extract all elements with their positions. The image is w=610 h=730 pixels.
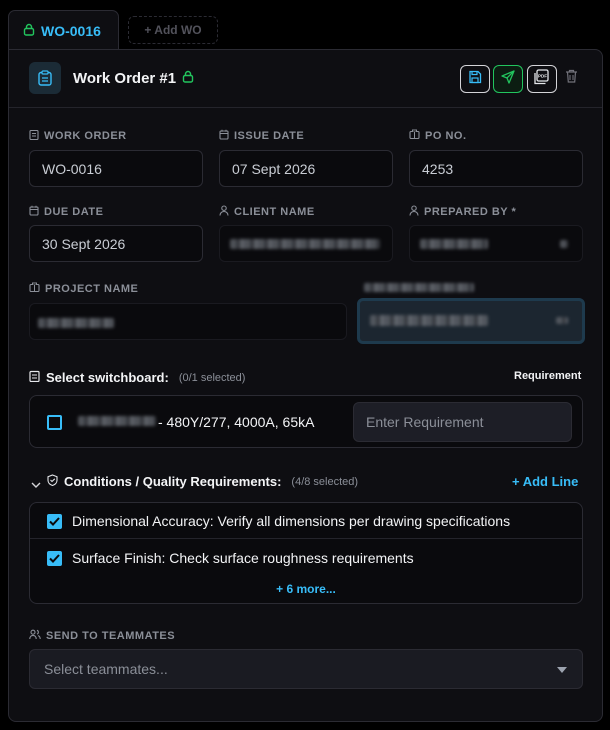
tab-label: WO-0016: [41, 22, 101, 39]
user-icon: [219, 205, 229, 219]
clipboard-icon: [29, 370, 40, 385]
title-text: Work Order #1: [73, 70, 177, 87]
lock-icon: [182, 70, 194, 87]
section-title-text: Select switchboard:: [46, 370, 169, 385]
redacted-text: [370, 315, 488, 326]
user-icon: [409, 205, 419, 219]
checkbox-checked[interactable]: [47, 551, 62, 566]
calendar-icon: [219, 129, 229, 143]
work-order-panel: Work Order #1 PDF WORK ORDER ISSUE DATE …: [8, 49, 603, 722]
client-name-label: CLIENT NAME: [219, 205, 315, 219]
chevron-down-icon[interactable]: [31, 476, 41, 494]
label-text: ISSUE DATE: [234, 130, 305, 142]
label-text: PO NO.: [425, 129, 467, 142]
issue-date-field[interactable]: 07 Sept 2026: [219, 150, 393, 187]
tab-wo-0016[interactable]: WO-0016: [8, 10, 119, 50]
prepared-by-field[interactable]: [409, 225, 583, 262]
label-text: CLIENT NAME: [234, 206, 315, 218]
send-icon: [501, 69, 515, 89]
pdf-export-button[interactable]: PDF: [527, 65, 557, 93]
show-more-link[interactable]: + 6 more...: [30, 582, 582, 596]
switchboard-spec: - 480Y/277, 4000A, 65kA: [158, 414, 315, 430]
select-placeholder: Select teammates...: [44, 661, 168, 677]
po-no-field[interactable]: 4253: [409, 150, 583, 187]
redacted-text: [78, 416, 156, 426]
label-text: DUE DATE: [44, 206, 104, 218]
panel-header: Work Order #1 PDF: [9, 50, 602, 108]
section-title-text: Conditions / Quality Requirements:: [64, 474, 282, 489]
save-icon: [468, 70, 482, 89]
switchboard-checkbox[interactable]: [47, 415, 62, 430]
list-item[interactable]: Dimensional Accuracy: Verify all dimensi…: [30, 503, 582, 539]
briefcase-icon: [409, 129, 420, 142]
checkbox-checked[interactable]: [47, 514, 62, 529]
redacted-text: [38, 318, 114, 328]
selection-count: (4/8 selected): [291, 475, 359, 488]
conditions-list: Dimensional Accuracy: Verify all dimensi…: [29, 502, 583, 604]
due-date-label: DUE DATE: [29, 205, 103, 219]
lock-icon: [23, 23, 35, 39]
condition-text: Dimensional Accuracy: Verify all dimensi…: [72, 513, 511, 529]
redacted-text: [364, 283, 474, 292]
selection-count: (0/1 selected): [178, 371, 246, 384]
work-order-field[interactable]: WO-0016: [29, 150, 203, 187]
redacted-field[interactable]: [357, 298, 585, 344]
redacted-text: [230, 239, 380, 249]
due-date-field[interactable]: 30 Sept 2026: [29, 225, 203, 262]
teammates-label: SEND TO TEAMMATES: [29, 629, 175, 643]
save-button[interactable]: [460, 65, 490, 93]
add-wo-button[interactable]: + Add WO: [128, 16, 218, 44]
issue-date-label: ISSUE DATE: [219, 129, 304, 143]
briefcase-icon: [29, 282, 40, 295]
label-text: PREPARED BY *: [424, 206, 517, 218]
teammates-select[interactable]: Select teammates...: [29, 649, 583, 689]
list-item[interactable]: Surface Finish: Check surface roughness …: [30, 540, 582, 576]
svg-text:PDF: PDF: [538, 73, 547, 78]
switchboard-section-title: Select switchboard: (0/1 selected): [29, 370, 245, 385]
requirement-header: Requirement: [514, 370, 582, 382]
label-text: PROJECT NAME: [45, 282, 139, 295]
po-no-label: PO NO.: [409, 129, 467, 142]
project-name-label: PROJECT NAME: [29, 282, 138, 295]
work-order-label: WORK ORDER: [29, 129, 127, 143]
client-name-field[interactable]: [219, 225, 393, 262]
shield-check-icon: [47, 474, 58, 489]
switchboard-list: - 480Y/277, 4000A, 65kA: [29, 395, 583, 448]
page-title: Work Order #1: [73, 70, 194, 87]
redacted-text: [560, 240, 568, 248]
users-icon: [29, 629, 41, 643]
redacted-text: [420, 239, 488, 249]
chevron-down-icon: [557, 667, 567, 673]
project-name-field[interactable]: [29, 303, 347, 340]
clipboard-icon: [29, 129, 39, 143]
label-text: SEND TO TEAMMATES: [46, 630, 176, 642]
trash-icon: [565, 69, 578, 87]
clipboard-icon: [29, 62, 61, 94]
send-button[interactable]: [493, 65, 523, 93]
calendar-icon: [29, 205, 39, 219]
delete-button[interactable]: [565, 69, 578, 88]
label-text: WORK ORDER: [44, 130, 127, 142]
add-line-button[interactable]: + Add Line: [512, 474, 578, 489]
conditions-section-title: Conditions / Quality Requirements: (4/8 …: [47, 474, 358, 489]
pdf-icon: PDF: [534, 68, 550, 90]
condition-text: Surface Finish: Check surface roughness …: [72, 550, 414, 566]
redacted-text: [556, 317, 568, 324]
requirement-input[interactable]: [353, 402, 572, 442]
prepared-by-label: PREPARED BY *: [409, 205, 516, 219]
